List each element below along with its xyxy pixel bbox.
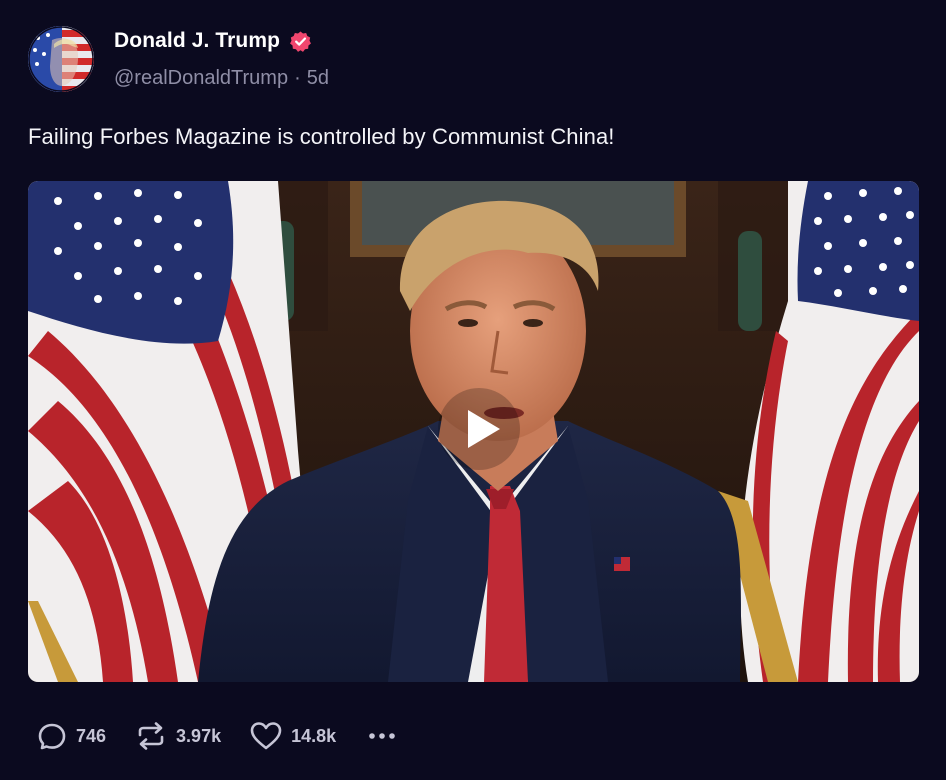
reply-icon — [38, 723, 66, 750]
more-dots-icon — [369, 733, 395, 739]
author-avatar[interactable] — [28, 26, 94, 92]
play-button[interactable] — [438, 388, 520, 470]
post-text: Failing Forbes Magazine is controlled by… — [28, 124, 615, 149]
like-button[interactable]: 14.8k — [249, 720, 336, 752]
author-handle[interactable]: @realDonaldTrump — [114, 67, 288, 90]
reply-count: 746 — [76, 725, 107, 746]
meta-separator: · — [294, 67, 301, 89]
repost-count: 3.97k — [176, 725, 222, 746]
author-display-name[interactable]: Donald J. Trump — [114, 29, 280, 53]
reply-button[interactable]: 746 — [36, 720, 106, 752]
post-age[interactable]: 5d — [307, 67, 329, 90]
more-options-button[interactable] — [366, 720, 398, 752]
author-name-row: Donald J. Trump — [114, 29, 312, 53]
like-count: 14.8k — [291, 725, 337, 746]
video-player[interactable] — [28, 181, 919, 682]
author-meta-row: @realDonaldTrump · 5d — [114, 67, 329, 90]
play-icon — [468, 410, 500, 448]
verified-badge-icon — [289, 30, 312, 53]
heart-icon — [250, 722, 282, 750]
flag-portrait-avatar-icon — [28, 26, 94, 92]
post-actions-bar: 746 3.97k 14.8k — [36, 718, 398, 754]
post-card: Donald J. Trump @realDonaldTrump · 5d Fa… — [0, 0, 946, 780]
repost-button[interactable]: 3.97k — [134, 720, 221, 752]
repost-icon — [138, 722, 164, 750]
